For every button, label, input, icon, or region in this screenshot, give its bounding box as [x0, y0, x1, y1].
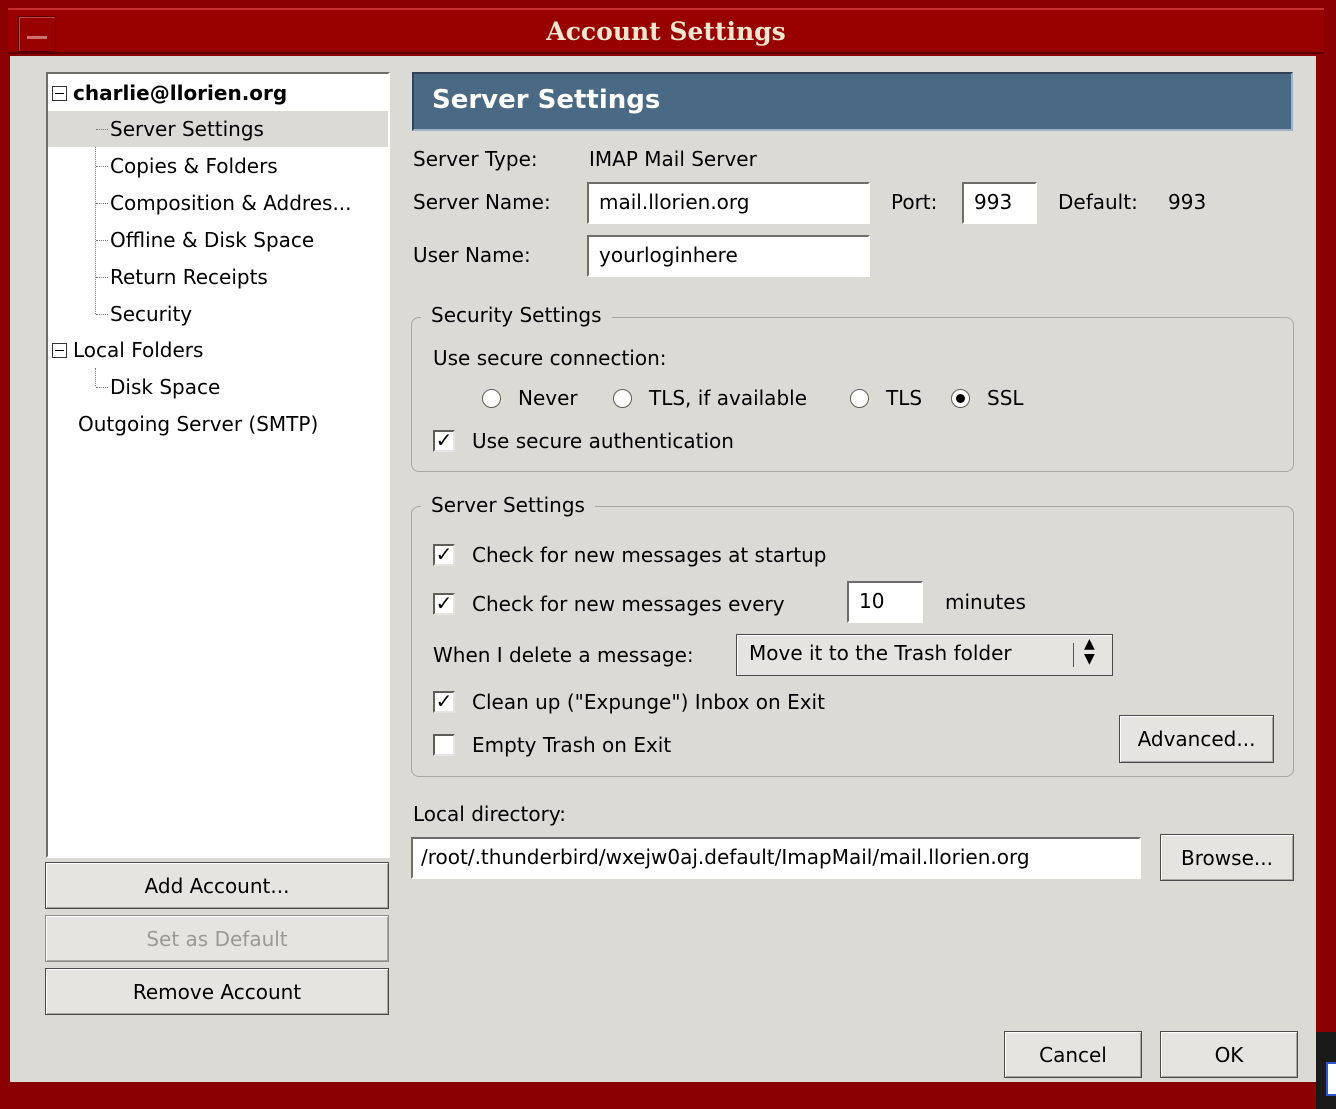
tree-item-label: Return Receipts — [110, 265, 268, 289]
server-name-input[interactable]: mail.llorien.org — [587, 182, 870, 224]
tree-item-label: Disk Space — [110, 375, 221, 399]
local-directory-input[interactable]: /root/.thunderbird/wxejw0aj.default/Imap… — [411, 837, 1141, 879]
tree-item-label: Copies & Folders — [110, 154, 278, 178]
delete-action-value: Move it to the Trash folder — [749, 641, 1012, 665]
server-name-label: Server Name: — [413, 190, 551, 214]
collapse-icon[interactable] — [52, 343, 67, 358]
tree-item-disk-space[interactable]: Disk Space — [48, 369, 388, 405]
check-interval-input[interactable]: 10 — [847, 581, 923, 623]
tree-connector — [96, 314, 108, 315]
add-account-button[interactable]: Add Account... — [45, 862, 389, 909]
default-port-label: Default: — [1058, 190, 1138, 214]
background-window-icon — [1326, 1062, 1336, 1096]
radio-tls-if-available[interactable] — [613, 389, 632, 408]
tree-item-label: Outgoing Server (SMTP) — [78, 412, 319, 436]
tree-item-label: Server Settings — [110, 117, 264, 141]
tree-item-label: Offline & Disk Space — [110, 228, 315, 252]
cancel-button[interactable]: Cancel — [1004, 1031, 1142, 1078]
delete-message-label: When I delete a message: — [433, 643, 694, 667]
tree-connector — [96, 166, 108, 167]
browse-button[interactable]: Browse... — [1160, 834, 1294, 881]
delete-action-select[interactable]: Move it to the Trash folder ▲ ▼ — [736, 634, 1113, 676]
tree-connector — [96, 387, 108, 388]
tree-connector — [96, 203, 108, 204]
user-name-input[interactable]: yourloginhere — [587, 235, 870, 277]
radio-never[interactable] — [482, 389, 501, 408]
tree-item-label: Composition & Addres... — [110, 191, 352, 215]
up-down-arrows-icon: ▲ ▼ — [1084, 636, 1095, 667]
page-title: Server Settings — [432, 85, 661, 115]
server-settings-legend: Server Settings — [421, 491, 595, 519]
tree-item-return-receipts[interactable]: Return Receipts — [48, 259, 388, 295]
port-input[interactable]: 993 — [962, 182, 1037, 224]
radio-ssl-label[interactable]: SSL — [987, 384, 1024, 412]
check-every-checkbox[interactable]: ✓ — [433, 593, 455, 615]
server-type-value: IMAP Mail Server — [589, 147, 757, 171]
tree-item-copies-folders[interactable]: Copies & Folders — [48, 148, 388, 184]
advanced-button[interactable]: Advanced... — [1119, 715, 1274, 763]
tree-item-account[interactable]: charlie@llorien.org — [52, 75, 287, 111]
radio-ssl[interactable] — [951, 389, 970, 408]
title-bar[interactable]: Account Settings — [8, 8, 1324, 54]
check-every-label[interactable]: Check for new messages every — [472, 590, 785, 618]
radio-tls-if-available-label[interactable]: TLS, if available — [649, 384, 807, 412]
default-port-value: 993 — [1168, 190, 1207, 214]
radio-never-label[interactable]: Never — [518, 384, 578, 412]
tree-item-security[interactable]: Security — [48, 296, 388, 332]
local-directory-label: Local directory: — [413, 802, 566, 826]
collapse-icon[interactable] — [52, 86, 67, 101]
tree-item-composition[interactable]: Composition & Addres... — [48, 185, 388, 221]
tree-item-local-folders[interactable]: Local Folders — [52, 332, 203, 368]
background-window-edge — [1316, 1032, 1336, 1109]
expunge-checkbox[interactable]: ✓ — [433, 691, 455, 713]
tree-item-label: Security — [110, 302, 193, 326]
tree-connector — [96, 129, 108, 130]
window-title: Account Settings — [546, 17, 786, 46]
remove-account-button[interactable]: Remove Account — [45, 968, 389, 1015]
check-startup-label[interactable]: Check for new messages at startup — [472, 541, 827, 569]
secure-auth-label[interactable]: Use secure authentication — [472, 427, 734, 455]
empty-trash-label[interactable]: Empty Trash on Exit — [472, 731, 671, 759]
radio-tls-label[interactable]: TLS — [886, 384, 922, 412]
minutes-label: minutes — [945, 590, 1026, 614]
port-label: Port: — [891, 190, 938, 214]
tree-item-offline[interactable]: Offline & Disk Space — [48, 222, 388, 258]
secure-auth-checkbox[interactable]: ✓ — [433, 430, 455, 452]
ok-button[interactable]: OK — [1160, 1031, 1298, 1078]
tree-connector — [96, 240, 108, 241]
check-startup-checkbox[interactable]: ✓ — [433, 544, 455, 566]
use-secure-connection-label: Use secure connection: — [433, 346, 667, 370]
tree-connector — [96, 277, 108, 278]
set-default-button[interactable]: Set as Default — [45, 915, 389, 962]
tree-item-server-settings[interactable]: Server Settings — [48, 111, 388, 147]
tree-item-label: Local Folders — [73, 338, 204, 362]
security-settings-legend: Security Settings — [421, 301, 612, 329]
select-separator — [1073, 643, 1074, 667]
tree-item-outgoing-server[interactable]: Outgoing Server (SMTP) — [78, 406, 318, 442]
panel-header: Server Settings — [412, 72, 1293, 131]
user-name-label: User Name: — [413, 243, 531, 267]
tree-item-label: charlie@llorien.org — [73, 81, 288, 105]
empty-trash-checkbox[interactable] — [433, 734, 455, 756]
server-type-label: Server Type: — [413, 147, 538, 171]
radio-tls[interactable] — [850, 389, 869, 408]
expunge-label[interactable]: Clean up ("Expunge") Inbox on Exit — [472, 688, 825, 716]
account-tree[interactable]: charlie@llorien.org Server Settings Copi… — [46, 72, 390, 858]
